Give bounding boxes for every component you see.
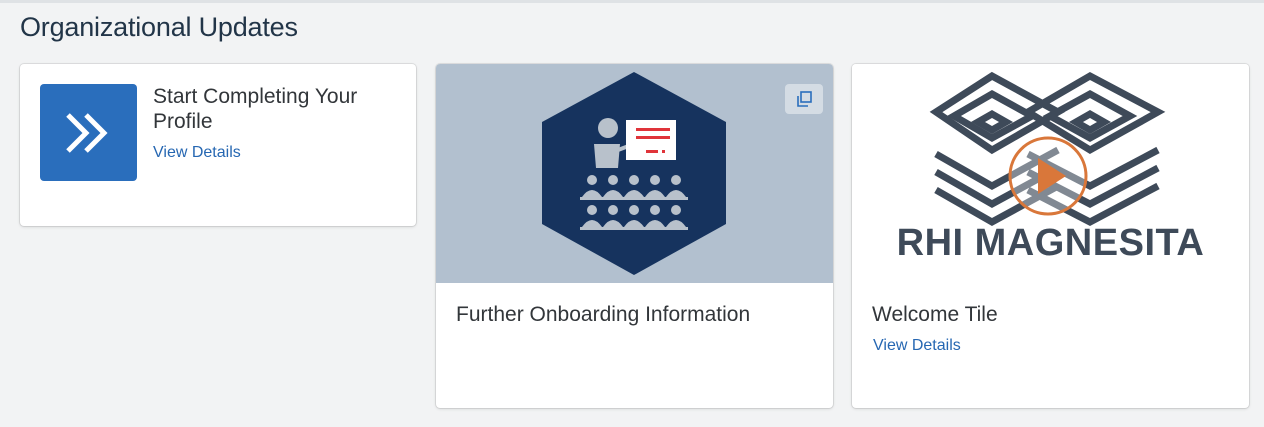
top-divider	[0, 0, 1264, 3]
tile-title: Welcome Tile	[872, 303, 998, 326]
open-in-new-window-icon[interactable]	[785, 84, 823, 114]
tile-welcome[interactable]: RHI MAGNESITA Welcome Tile View Details	[852, 64, 1249, 408]
double-chevron-right-icon	[40, 84, 137, 181]
tile-start-completing-profile[interactable]: Start Completing Your Profile View Detai…	[20, 64, 416, 226]
view-details-link[interactable]: View Details	[873, 337, 961, 355]
view-details-link[interactable]: View Details	[153, 144, 241, 162]
tile-title: Further Onboarding Information	[456, 303, 751, 326]
presentation-audience-illustration	[436, 64, 833, 283]
section-title: Organizational Updates	[20, 12, 298, 42]
tile-further-onboarding-information[interactable]: Further Onboarding Information	[436, 64, 833, 408]
tile-title: Start Completing Your Profile	[153, 85, 358, 133]
rhi-magnesita-logo-text: RHI MAGNESITA	[896, 222, 1205, 264]
